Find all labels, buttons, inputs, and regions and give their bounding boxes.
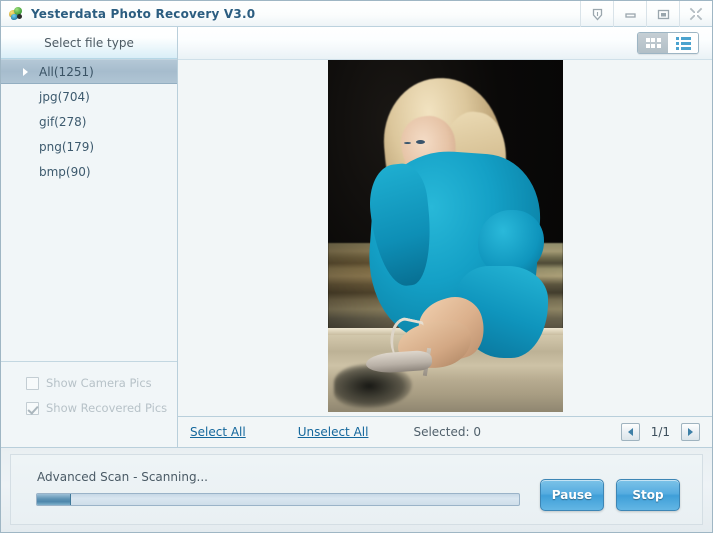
stop-button[interactable]: Stop [616,479,680,511]
sidebar-options: Show Camera Pics Show Recovered Pics [1,362,177,447]
checkbox-label: Show Recovered Pics [46,401,168,415]
sidebar: Select file type All(1251) jpg(704) gif(… [1,27,178,447]
checkbox-show-camera-pics[interactable] [26,376,39,390]
prev-page-button[interactable] [620,423,640,441]
photo-preview-area [178,60,712,416]
photo-thumbnail[interactable] [327,60,563,412]
shield-icon[interactable] [580,1,613,27]
checkbox-row-camera-pics[interactable]: Show Camera Pics [26,376,177,390]
content-panel: Select All Unselect All Selected: 0 1/1 [178,27,712,447]
checkbox-row-recovered-pics[interactable]: Show Recovered Pics [26,401,177,415]
pagination: 1/1 [620,423,700,441]
scan-progress-bar [36,493,520,506]
footer-actions: Pause Stop [540,479,680,511]
app-logo-icon [8,6,24,22]
grid-view-icon[interactable] [638,33,668,53]
unselect-all-link[interactable]: Unselect All [298,425,369,439]
select-all-link[interactable]: Select All [190,425,246,439]
checkbox-show-recovered-pics[interactable] [26,401,39,415]
pause-button[interactable]: Pause [540,479,604,511]
sidebar-item-gif[interactable]: gif(278) [1,109,177,134]
sidebar-item-label: bmp(90) [39,164,91,179]
footer-inner-panel: Advanced Scan - Scanning... Pause Stop [10,454,703,525]
page-indicator: 1/1 [650,425,670,439]
minimize-icon[interactable] [613,1,646,27]
chevron-right-icon [688,428,693,436]
window-controls [580,1,712,27]
chevron-left-icon [627,428,633,436]
caret-right-icon [23,67,28,76]
window-title: Yesterdata Photo Recovery V3.0 [31,6,256,21]
sidebar-item-all[interactable]: All(1251) [1,59,177,84]
sidebar-item-label: jpg(704) [39,89,90,104]
sidebar-item-png[interactable]: png(179) [1,134,177,159]
checkbox-label: Show Camera Pics [46,376,152,390]
selection-bar: Select All Unselect All Selected: 0 1/1 [178,416,712,447]
scan-status-label: Advanced Scan - Scanning... [37,470,208,484]
view-toggle-group [637,32,699,54]
footer: Advanced Scan - Scanning... Pause Stop [1,447,712,532]
selected-count-label: Selected: 0 [413,425,481,439]
titlebar: Yesterdata Photo Recovery V3.0 [1,1,712,27]
list-view-icon[interactable] [668,33,698,53]
content-toolbar [178,27,712,60]
next-page-button[interactable] [681,423,700,441]
filetype-list: All(1251) jpg(704) gif(278) png(179) bmp… [1,59,177,184]
sidebar-header: Select file type [1,27,177,59]
app-window: Yesterdata Photo Recovery V3.0 Select fi… [0,0,713,533]
scan-progress-fill [37,494,71,505]
sidebar-item-jpg[interactable]: jpg(704) [1,84,177,109]
sidebar-item-label: png(179) [39,139,95,154]
body-area: Select file type All(1251) jpg(704) gif(… [1,27,712,447]
close-icon[interactable] [679,1,712,27]
maximize-icon[interactable] [646,1,679,27]
sidebar-item-label: All(1251) [39,64,94,79]
sidebar-item-bmp[interactable]: bmp(90) [1,159,177,184]
sidebar-item-label: gif(278) [39,114,87,129]
